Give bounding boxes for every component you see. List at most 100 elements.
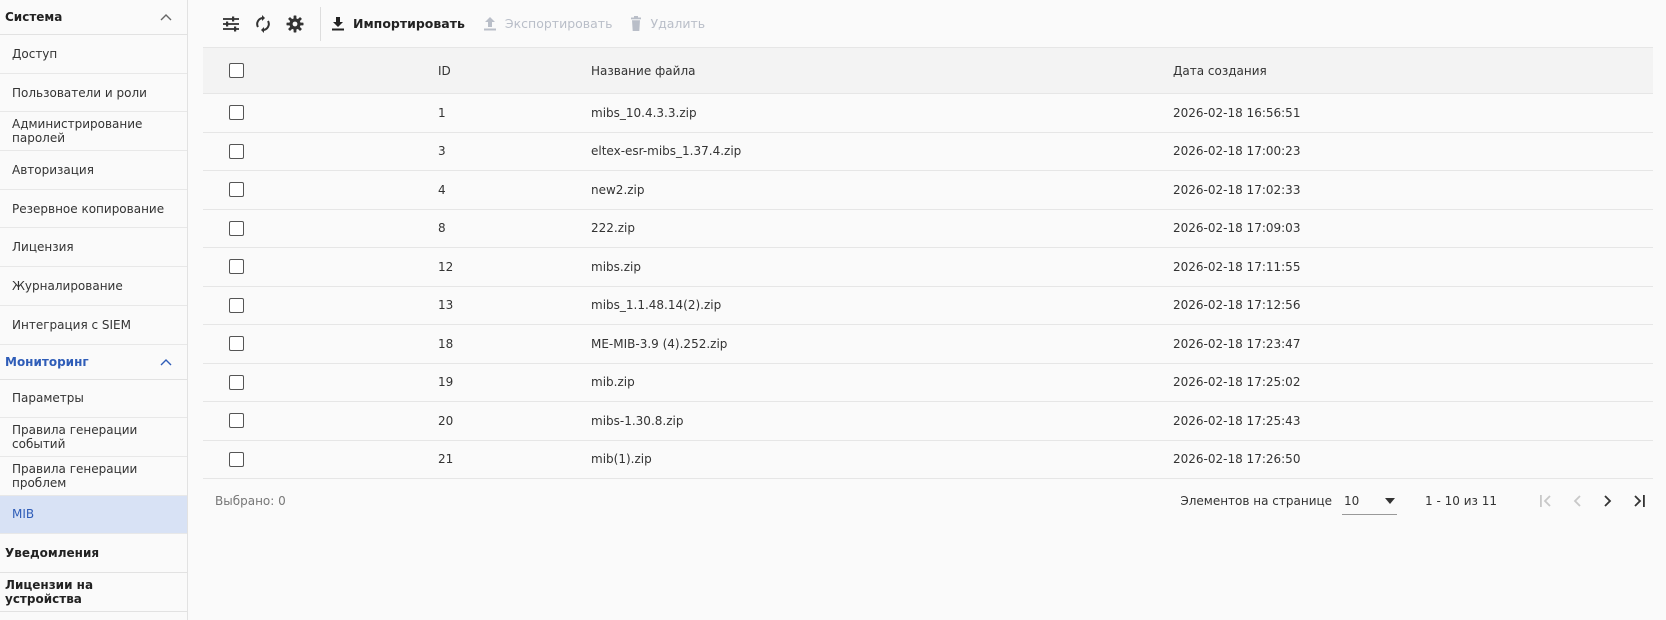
table-row[interactable]: 19 mib.zip 2026-02-18 17:25:02 bbox=[203, 363, 1653, 402]
sidebar-item-mib[interactable]: MIB bbox=[0, 495, 187, 535]
cell-id: 8 bbox=[438, 221, 446, 236]
table-row[interactable]: 8 222.zip 2026-02-18 17:09:03 bbox=[203, 209, 1653, 248]
sidebar-item-access[interactable]: Доступ bbox=[0, 35, 187, 74]
toolbar-divider bbox=[320, 6, 321, 41]
table-row[interactable]: 1 mibs_10.4.3.3.zip 2026-02-18 16:56:51 bbox=[203, 94, 1653, 133]
row-checkbox[interactable] bbox=[229, 182, 244, 198]
chevron-up-icon bbox=[159, 10, 173, 24]
sidebar-group-label: Мониторинг bbox=[5, 354, 89, 369]
row-checkbox[interactable] bbox=[229, 105, 244, 121]
sidebar-group-label: Система bbox=[5, 10, 63, 24]
cell-id: 4 bbox=[438, 182, 446, 197]
main-content: Импортировать Экспортировать Удалить ID … bbox=[188, 0, 1666, 620]
row-checkbox[interactable] bbox=[229, 259, 244, 275]
sidebar-group-notifications[interactable]: Уведомления bbox=[0, 534, 187, 574]
sidebar-item-event-rules[interactable]: Правила генерации событий bbox=[0, 418, 187, 457]
last-page-icon[interactable] bbox=[1625, 487, 1653, 515]
delete-label: Удалить bbox=[650, 16, 706, 31]
sidebar-item-license[interactable]: Лицензия bbox=[0, 228, 187, 268]
sidebar-group-monitoring[interactable]: Мониторинг bbox=[0, 345, 187, 380]
cell-file-name: mib.zip bbox=[591, 375, 635, 390]
cell-file-name: 222.zip bbox=[591, 221, 635, 236]
prev-page-icon[interactable] bbox=[1563, 487, 1591, 515]
table-row[interactable]: 13 mibs_1.1.48.14(2).zip 2026-02-18 17:12:… bbox=[203, 286, 1653, 325]
cell-created-date: 2026-02-18 17:11:55 bbox=[1173, 259, 1301, 274]
cell-file-name: mibs_1.1.48.14(2).zip bbox=[591, 298, 722, 313]
gear-icon[interactable] bbox=[284, 13, 306, 35]
table-row[interactable]: 3 eltex-esr-mibs_1.37.4.zip 2026-02-18 17:… bbox=[203, 132, 1653, 171]
first-page-icon[interactable] bbox=[1532, 487, 1560, 515]
cell-file-name: mibs.zip bbox=[591, 259, 641, 274]
row-checkbox[interactable] bbox=[229, 451, 244, 467]
sidebar-group-label: Уведомления bbox=[5, 546, 100, 561]
cell-created-date: 2026-02-18 17:12:56 bbox=[1173, 298, 1301, 313]
sidebar: Система Доступ Пользователи и роли Админ… bbox=[0, 0, 188, 620]
sidebar-item-label: Администрирование паролей bbox=[12, 117, 143, 146]
row-checkbox[interactable] bbox=[229, 413, 244, 429]
cell-created-date: 2026-02-18 17:09:03 bbox=[1173, 221, 1301, 236]
refresh-icon[interactable] bbox=[252, 13, 274, 35]
column-header-name[interactable]: Название файла bbox=[591, 64, 1173, 78]
row-checkbox[interactable] bbox=[229, 297, 244, 313]
tune-icon[interactable] bbox=[220, 13, 242, 35]
row-checkbox[interactable] bbox=[229, 336, 244, 352]
column-header-date[interactable]: Дата создания bbox=[1173, 64, 1653, 78]
table-row[interactable]: 18 ME-MIB-3.9 (4).252.zip 2026-02-18 17:23… bbox=[203, 325, 1653, 364]
sidebar-item-label: MIB bbox=[12, 507, 35, 522]
sidebar-item-logging[interactable]: Журналирование bbox=[0, 267, 187, 306]
sidebar-item-password-admin[interactable]: Администрирование паролей bbox=[0, 112, 187, 152]
sidebar-item-label: Правила генерации событий bbox=[12, 423, 138, 452]
import-button[interactable]: Импортировать bbox=[331, 16, 465, 31]
sidebar-item-label: Правила генерации проблем bbox=[12, 461, 138, 490]
column-header-id[interactable]: ID bbox=[438, 64, 591, 78]
row-checkbox[interactable] bbox=[229, 143, 244, 159]
sidebar-group-label: Лицензии на устройства bbox=[5, 578, 94, 607]
next-page-icon[interactable] bbox=[1594, 487, 1622, 515]
cell-created-date: 2026-02-18 17:25:43 bbox=[1173, 413, 1301, 428]
cell-file-name: ME-MIB-3.9 (4).252.zip bbox=[591, 336, 728, 351]
per-page-select[interactable]: 10 bbox=[1342, 487, 1398, 515]
row-checkbox[interactable] bbox=[229, 220, 244, 236]
sidebar-item-label: Журналирование bbox=[12, 278, 123, 293]
sidebar-item-siem[interactable]: Интеграция с SIEM bbox=[0, 306, 187, 345]
sidebar-group-device-licenses[interactable]: Лицензии на устройства bbox=[0, 573, 187, 613]
cell-created-date: 2026-02-18 17:26:50 bbox=[1173, 452, 1301, 467]
cell-id: 18 bbox=[438, 336, 454, 351]
table-row[interactable]: 21 mib(1).zip 2026-02-18 17:26:50 bbox=[203, 440, 1653, 479]
cell-id: 3 bbox=[438, 144, 446, 159]
select-all-checkbox[interactable] bbox=[229, 63, 244, 78]
table-row[interactable]: 12 mibs.zip 2026-02-18 17:11:55 bbox=[203, 248, 1653, 287]
sidebar-item-label: Авторизация bbox=[12, 162, 94, 177]
cell-id: 13 bbox=[438, 298, 454, 313]
table-row[interactable]: 4 new2.zip 2026-02-18 17:02:33 bbox=[203, 171, 1653, 210]
sidebar-item-users-roles[interactable]: Пользователи и роли bbox=[0, 74, 187, 113]
table-footer: Выбрано: 0 Элементов на странице 10 1 - … bbox=[203, 483, 1653, 519]
cell-id: 21 bbox=[438, 452, 454, 467]
import-label: Импортировать bbox=[353, 16, 465, 31]
cell-id: 1 bbox=[438, 105, 446, 120]
cell-file-name: mibs-1.30.8.zip bbox=[591, 413, 684, 428]
cell-file-name: eltex-esr-mibs_1.37.4.zip bbox=[591, 144, 742, 159]
sidebar-item-label: Параметры bbox=[12, 391, 84, 406]
cell-id: 12 bbox=[438, 259, 454, 274]
export-button[interactable]: Экспортировать bbox=[483, 16, 613, 31]
sidebar-item-authorization[interactable]: Авторизация bbox=[0, 151, 187, 190]
sidebar-group-system[interactable]: Система bbox=[0, 0, 187, 35]
upload-icon bbox=[483, 17, 496, 31]
sidebar-item-label: Доступ bbox=[12, 46, 58, 61]
row-checkbox[interactable] bbox=[229, 374, 244, 390]
cell-created-date: 2026-02-18 17:25:02 bbox=[1173, 375, 1301, 390]
table-row[interactable]: 20 mibs-1.30.8.zip 2026-02-18 17:25:43 bbox=[203, 402, 1653, 441]
cell-file-name: new2.zip bbox=[591, 182, 645, 197]
sidebar-item-problem-rules[interactable]: Правила генерации проблем bbox=[0, 457, 187, 496]
export-label: Экспортировать bbox=[504, 16, 613, 31]
mib-table: ID Название файла Дата создания 1 mibs_10… bbox=[203, 47, 1653, 479]
cell-created-date: 2026-02-18 17:23:47 bbox=[1173, 336, 1301, 351]
sidebar-item-label: Резервное копирование bbox=[12, 201, 165, 216]
delete-button[interactable]: Удалить bbox=[630, 16, 705, 31]
sidebar-item-parameters[interactable]: Параметры bbox=[0, 380, 187, 419]
sidebar-item-label: Пользователи и роли bbox=[12, 85, 147, 100]
sidebar-item-backup[interactable]: Резервное копирование bbox=[0, 190, 187, 229]
cell-created-date: 2026-02-18 17:00:23 bbox=[1173, 144, 1301, 159]
page-range: 1 - 10 из 11 bbox=[1425, 494, 1497, 508]
